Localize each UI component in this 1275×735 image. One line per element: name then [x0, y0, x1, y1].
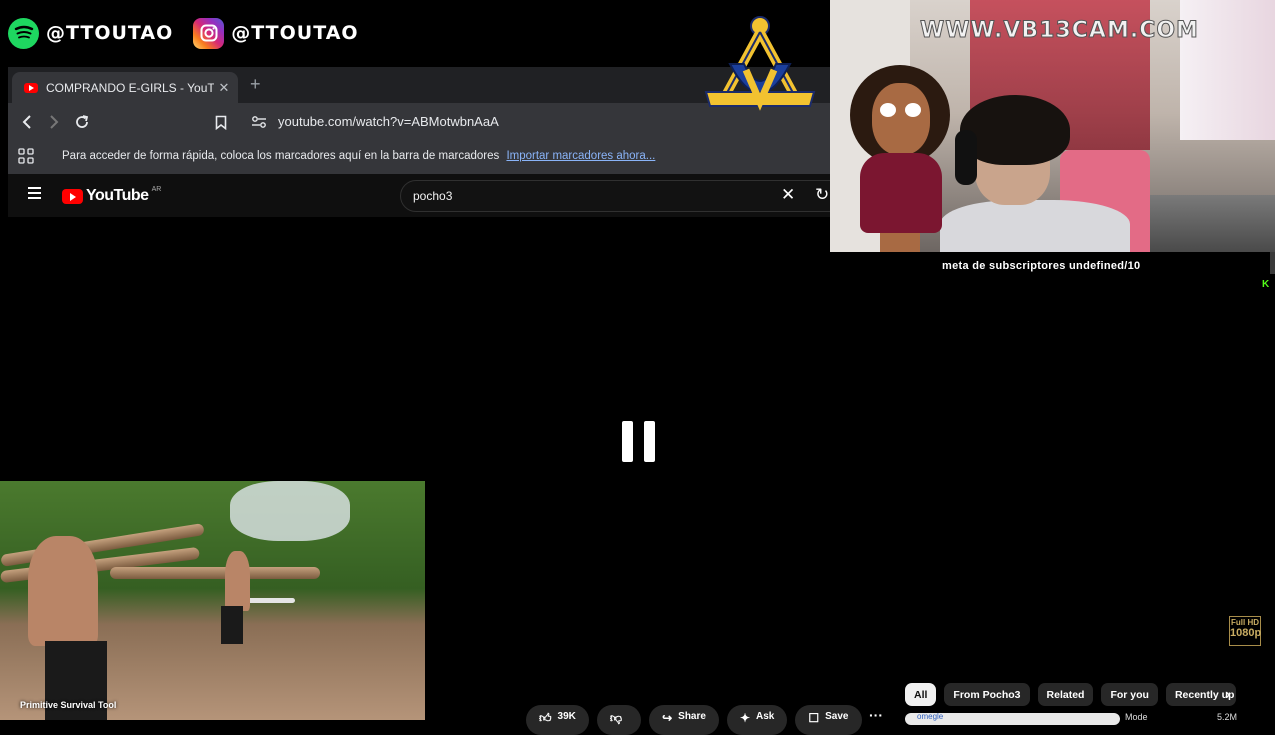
search-box[interactable]: pocho3 ✕ ↻ — [400, 180, 832, 212]
apps-grid-icon[interactable] — [18, 148, 34, 167]
pause-icon[interactable] — [622, 421, 655, 462]
back-icon[interactable] — [16, 111, 38, 133]
search-refresh-icon[interactable]: ↻ — [815, 185, 829, 205]
subscriber-goal: meta de subscriptores undefined/10 — [942, 260, 1141, 272]
reload-icon[interactable] — [71, 111, 93, 133]
cartoon-character — [850, 65, 950, 252]
share-label: Share — [678, 711, 706, 722]
site-settings-icon[interactable] — [248, 111, 270, 133]
save-button[interactable]: ☐ Save — [795, 705, 862, 735]
recommendation-views: 5.2M — [1217, 712, 1238, 722]
video-thumbnail[interactable]: Primitive Survival Tool — [0, 481, 425, 720]
save-label: Save — [825, 711, 849, 722]
person-shorts — [221, 606, 243, 644]
person — [28, 536, 98, 646]
save-icon: ☐ — [808, 711, 820, 725]
filter-chips: All From Pocho3 Related For you Recently… — [905, 683, 1244, 706]
cartoon-eye — [880, 103, 896, 117]
region-code: AR — [151, 185, 162, 193]
cartoon-shirt — [860, 153, 942, 233]
ask-button[interactable]: ✦ Ask — [726, 705, 788, 735]
recommendation-card[interactable]: omegle — [905, 712, 1120, 725]
streamer — [940, 95, 1130, 252]
chip-all[interactable]: All — [905, 683, 937, 706]
bookmark-hint-text: Para acceder de forma rápida, coloca los… — [62, 150, 500, 162]
chip-from-pocho3[interactable]: From Pocho3 — [944, 683, 1030, 706]
webcam-bed — [1150, 195, 1275, 252]
new-tab-button[interactable]: + — [250, 74, 261, 95]
recommendation-text: Mode — [1125, 712, 1148, 722]
bookmark-bar: Para acceder de forma rápida, coloca los… — [8, 141, 830, 174]
like-button[interactable]: 👍︎ 39K — [526, 705, 589, 735]
headset-icon — [955, 130, 977, 185]
instagram-handle-text: @TTOUTAO — [231, 22, 359, 44]
streamer-emblem-logo — [702, 12, 820, 124]
youtube-header: YouTube AR pocho3 ✕ ↻ — [8, 174, 832, 217]
webcam-watermark: WWW.VB13CAM.COM — [920, 18, 1199, 44]
thumbnail-sky — [230, 481, 350, 541]
browser-tab[interactable]: COMPRANDO E-GIRLS - YouTube ✕ — [12, 72, 238, 103]
log — [110, 567, 320, 579]
url-bar[interactable]: youtube.com/watch?v=ABMotwbnAaA — [278, 114, 499, 129]
import-bookmarks-link[interactable]: Importar marcadores ahora... — [506, 150, 655, 162]
spotify-handle: @TTOUTAO — [8, 17, 174, 49]
forward-icon[interactable] — [43, 111, 65, 133]
more-actions-icon[interactable]: ··· — [869, 707, 883, 723]
chip-for-you[interactable]: For you — [1101, 683, 1158, 706]
thumbnail-caption: Primitive Survival Tool — [20, 700, 117, 710]
cartoon-legs — [880, 233, 920, 252]
share-button[interactable]: ↪ Share — [649, 705, 719, 735]
hd-badge-line2: 1080p — [1230, 627, 1262, 639]
video-actions: 👍︎ 39K 👎︎ ↪ Share ✦ Ask ☐ Save — [526, 705, 870, 735]
cartoon-face — [872, 83, 930, 155]
social-overlay: @TTOUTAO @TTOUTAO — [8, 16, 379, 50]
chips-next-icon[interactable]: › — [1225, 686, 1230, 704]
like-count: 39K — [557, 711, 576, 722]
youtube-logo[interactable]: YouTube AR — [62, 185, 162, 205]
scrollbar-thumb[interactable] — [1270, 252, 1275, 274]
dislike-button[interactable]: 👎︎ — [596, 705, 642, 735]
bookmark-icon[interactable] — [210, 111, 232, 133]
tab-title: COMPRANDO E-GIRLS - YouTube — [46, 80, 214, 95]
tab-close-icon[interactable]: ✕ — [214, 80, 234, 96]
instagram-handle: @TTOUTAO — [193, 17, 359, 49]
sparkle-icon: ✦ — [739, 711, 751, 725]
thumbs-down-icon: 👎︎ — [609, 711, 623, 725]
search-input[interactable]: pocho3 — [413, 189, 452, 203]
streamer-hoodie — [940, 200, 1130, 252]
ask-label: Ask — [756, 711, 775, 722]
youtube-favicon-icon — [24, 82, 38, 93]
kick-icon: K — [1262, 279, 1270, 290]
bookmark-hint: Para acceder de forma rápida, coloca los… — [62, 150, 655, 162]
spotify-icon — [8, 17, 39, 49]
spotify-handle-text: @TTOUTAO — [46, 22, 174, 44]
chip-related[interactable]: Related — [1037, 683, 1094, 706]
hd-badge: Full HD 1080p — [1229, 616, 1261, 646]
person — [225, 551, 250, 611]
instagram-icon — [193, 17, 225, 49]
thumbs-up-icon: 👍︎ — [539, 711, 552, 725]
webcam-feed: WWW.VB13CAM.COM — [830, 0, 1275, 252]
share-icon: ↪ — [662, 711, 673, 725]
menu-icon[interactable] — [28, 187, 41, 202]
youtube-play-icon — [62, 188, 83, 204]
cartoon-eye — [905, 103, 921, 117]
youtube-logo-text: YouTube — [86, 187, 149, 204]
clear-search-icon[interactable]: ✕ — [781, 185, 795, 205]
